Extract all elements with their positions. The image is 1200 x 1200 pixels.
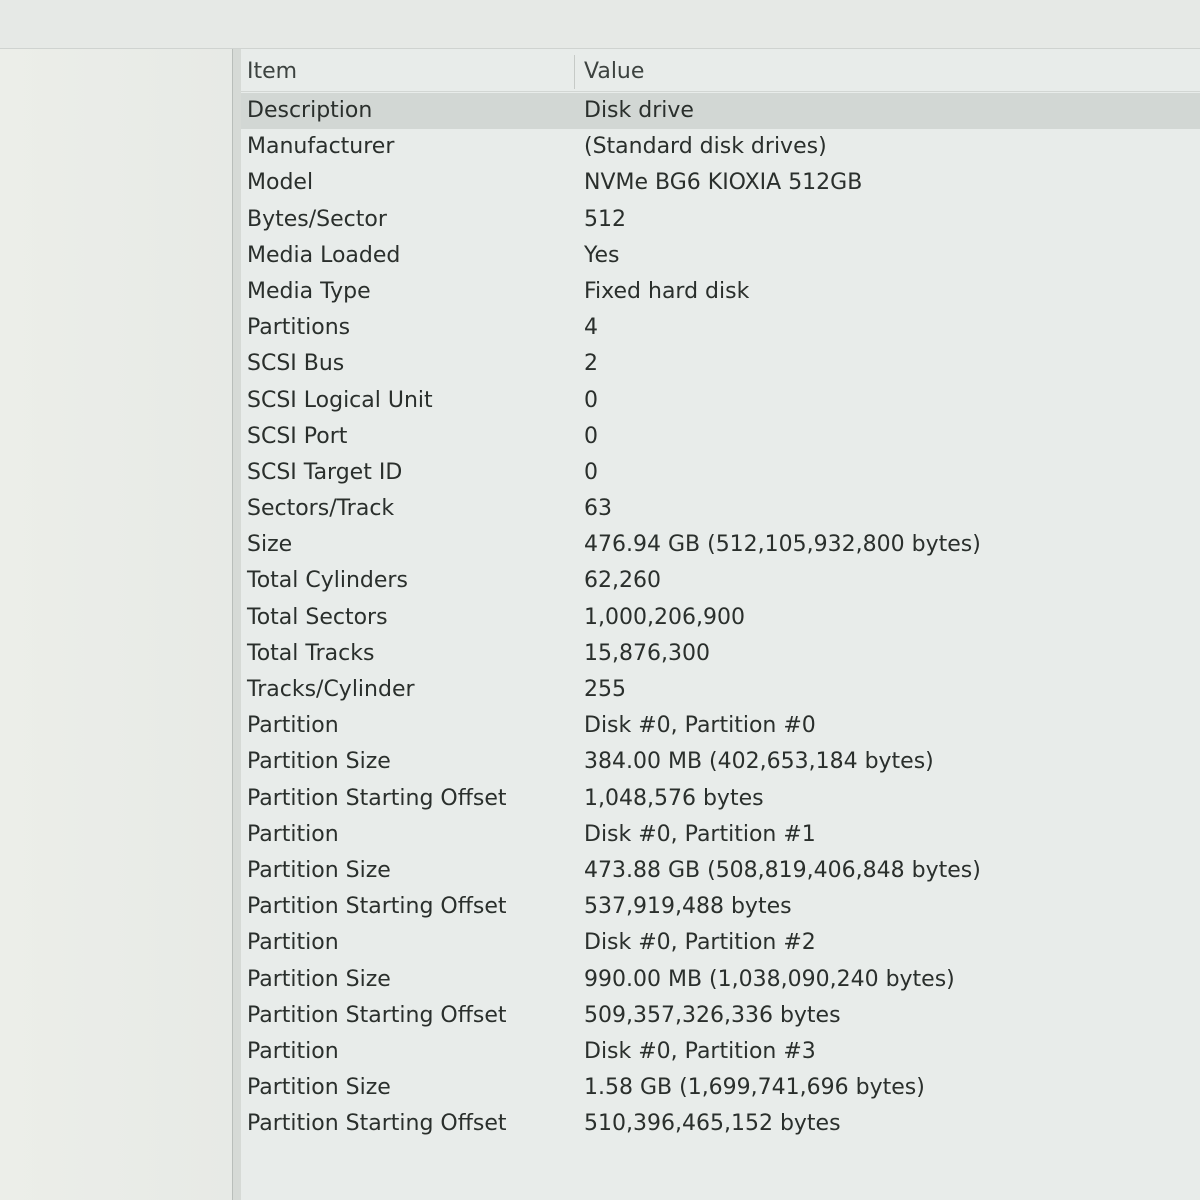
- table-row[interactable]: Partition Disk #0, Partition #1: [241, 817, 1200, 853]
- row-item-cell: Total Tracks: [247, 640, 375, 666]
- list-rows: Description Disk drive Manufacturer (Standa…: [241, 93, 1200, 1142]
- row-value-cell: 512: [584, 206, 626, 232]
- row-value-cell: 990.00 MB (1,038,090,240 bytes): [584, 966, 955, 992]
- table-row[interactable]: Partitions 4: [241, 310, 1200, 346]
- list-header: Item Value: [241, 49, 1200, 92]
- table-row[interactable]: Partition Starting Offset 509,357,326,336…: [241, 998, 1200, 1034]
- row-value-cell: 0: [584, 423, 598, 449]
- table-row[interactable]: Partition Disk #0, Partition #2: [241, 925, 1200, 961]
- row-item-cell: Total Cylinders: [247, 568, 408, 594]
- row-item-cell: Partition Starting Offset: [247, 1002, 507, 1028]
- row-item-cell: Partition Size: [247, 857, 391, 883]
- row-value-cell: 2: [584, 351, 598, 377]
- row-item-cell: Bytes/Sector: [247, 206, 387, 232]
- row-item-cell: SCSI Bus: [247, 351, 345, 377]
- row-value-cell: 537,919,488 bytes: [584, 894, 792, 920]
- row-value-cell: Fixed hard disk: [584, 278, 750, 304]
- row-item-cell: Partition: [247, 821, 339, 847]
- row-value-cell: 15,876,300: [584, 640, 710, 666]
- column-divider[interactable]: [574, 55, 575, 89]
- row-item-cell: Sectors/Track: [247, 496, 395, 522]
- row-item-cell: Partition: [247, 713, 339, 739]
- row-item-cell: Partition: [247, 930, 339, 956]
- table-row[interactable]: Size 476.94 GB (512,105,932,800 bytes): [241, 527, 1200, 563]
- table-row[interactable]: Bytes/Sector 512: [241, 202, 1200, 238]
- column-header-value[interactable]: Value: [584, 59, 644, 84]
- system-information-window: Item Value Description Disk drive Manufact…: [0, 0, 1200, 1200]
- row-item-cell: Partition Size: [247, 1075, 391, 1101]
- row-value-cell: 255: [584, 677, 626, 702]
- row-value-cell: 0: [584, 459, 598, 485]
- row-value-cell: Disk #0, Partition #2: [584, 930, 816, 956]
- category-tree-pane[interactable]: [0, 49, 232, 1200]
- row-item-cell: Size: [247, 532, 293, 558]
- row-value-cell: 62,260: [584, 568, 661, 594]
- details-list-view[interactable]: Item Value Description Disk drive Manufact…: [241, 49, 1200, 1200]
- table-row[interactable]: Total Sectors 1,000,206,900: [241, 600, 1200, 636]
- row-item-cell: Partitions: [247, 315, 351, 341]
- table-row[interactable]: Partition Size 473.88 GB (508,819,406,848…: [241, 853, 1200, 889]
- row-value-cell: 4: [584, 315, 598, 341]
- table-row[interactable]: Model NVMe BG6 KIOXIA 512GB: [241, 165, 1200, 201]
- row-item-cell: Media Type: [247, 278, 371, 304]
- row-item-cell: SCSI Logical Unit: [247, 387, 433, 413]
- row-item-cell: Partition Starting Offset: [247, 785, 507, 811]
- table-row[interactable]: Tracks/Cylinder 255: [241, 672, 1200, 708]
- row-value-cell: 509,357,326,336 bytes: [584, 1002, 841, 1028]
- row-value-cell: 63: [584, 496, 612, 522]
- table-row[interactable]: SCSI Target ID 0: [241, 455, 1200, 491]
- table-row[interactable]: Partition Size 1.58 GB (1,699,741,696 byt…: [241, 1070, 1200, 1106]
- row-item-cell: Media Loaded: [247, 242, 401, 268]
- row-item-cell: Partition Size: [247, 749, 391, 775]
- table-row[interactable]: Manufacturer (Standard disk drives): [241, 129, 1200, 165]
- row-item-cell: Description: [247, 98, 373, 123]
- row-item-cell: Total Sectors: [247, 604, 388, 630]
- row-item-cell: Partition Size: [247, 966, 391, 992]
- table-row[interactable]: Partition Disk #0, Partition #3: [241, 1034, 1200, 1070]
- table-row[interactable]: Sectors/Track 63: [241, 491, 1200, 527]
- table-row[interactable]: SCSI Port 0: [241, 419, 1200, 455]
- row-item-cell: Tracks/Cylinder: [247, 677, 415, 702]
- row-item-cell: Partition: [247, 1038, 339, 1064]
- row-value-cell: 1,000,206,900: [584, 604, 745, 630]
- row-item-cell: SCSI Port: [247, 423, 348, 449]
- row-item-cell: Model: [247, 170, 314, 196]
- row-value-cell: 473.88 GB (508,819,406,848 bytes): [584, 857, 981, 883]
- table-row[interactable]: Media Type Fixed hard disk: [241, 274, 1200, 310]
- row-value-cell: Yes: [584, 242, 620, 268]
- table-row[interactable]: Total Cylinders 62,260: [241, 563, 1200, 599]
- table-row[interactable]: Partition Size 384.00 MB (402,653,184 byt…: [241, 744, 1200, 780]
- row-item-cell: SCSI Target ID: [247, 459, 403, 485]
- row-value-cell: Disk drive: [584, 98, 694, 123]
- row-value-cell: 476.94 GB (512,105,932,800 bytes): [584, 532, 981, 558]
- table-row[interactable]: Partition Size 990.00 MB (1,038,090,240 b…: [241, 962, 1200, 998]
- row-value-cell: Disk #0, Partition #0: [584, 713, 816, 739]
- row-value-cell: 510,396,465,152 bytes: [584, 1111, 841, 1137]
- row-item-cell: Partition Starting Offset: [247, 894, 507, 920]
- row-value-cell: 1.58 GB (1,699,741,696 bytes): [584, 1075, 925, 1101]
- row-value-cell: Disk #0, Partition #3: [584, 1038, 816, 1064]
- table-row[interactable]: Media Loaded Yes: [241, 238, 1200, 274]
- row-value-cell: 0: [584, 387, 598, 413]
- row-value-cell: (Standard disk drives): [584, 134, 827, 160]
- table-row[interactable]: Total Tracks 15,876,300: [241, 636, 1200, 672]
- row-value-cell: NVMe BG6 KIOXIA 512GB: [584, 170, 863, 196]
- row-item-cell: Partition Starting Offset: [247, 1111, 507, 1137]
- row-value-cell: 384.00 MB (402,653,184 bytes): [584, 749, 934, 775]
- toolbar-area: [0, 0, 1200, 49]
- table-row[interactable]: Partition Starting Offset 1,048,576 bytes: [241, 781, 1200, 817]
- table-row[interactable]: Partition Disk #0, Partition #0: [241, 708, 1200, 744]
- table-row[interactable]: SCSI Logical Unit 0: [241, 383, 1200, 419]
- table-row[interactable]: Partition Starting Offset 537,919,488 byt…: [241, 889, 1200, 925]
- table-row[interactable]: Description Disk drive: [241, 93, 1200, 130]
- row-item-cell: Manufacturer: [247, 134, 395, 160]
- table-row[interactable]: Partition Starting Offset 510,396,465,152…: [241, 1106, 1200, 1142]
- row-value-cell: Disk #0, Partition #1: [584, 821, 816, 847]
- column-header-item[interactable]: Item: [247, 59, 297, 84]
- row-value-cell: 1,048,576 bytes: [584, 785, 764, 811]
- table-row[interactable]: SCSI Bus 2: [241, 346, 1200, 382]
